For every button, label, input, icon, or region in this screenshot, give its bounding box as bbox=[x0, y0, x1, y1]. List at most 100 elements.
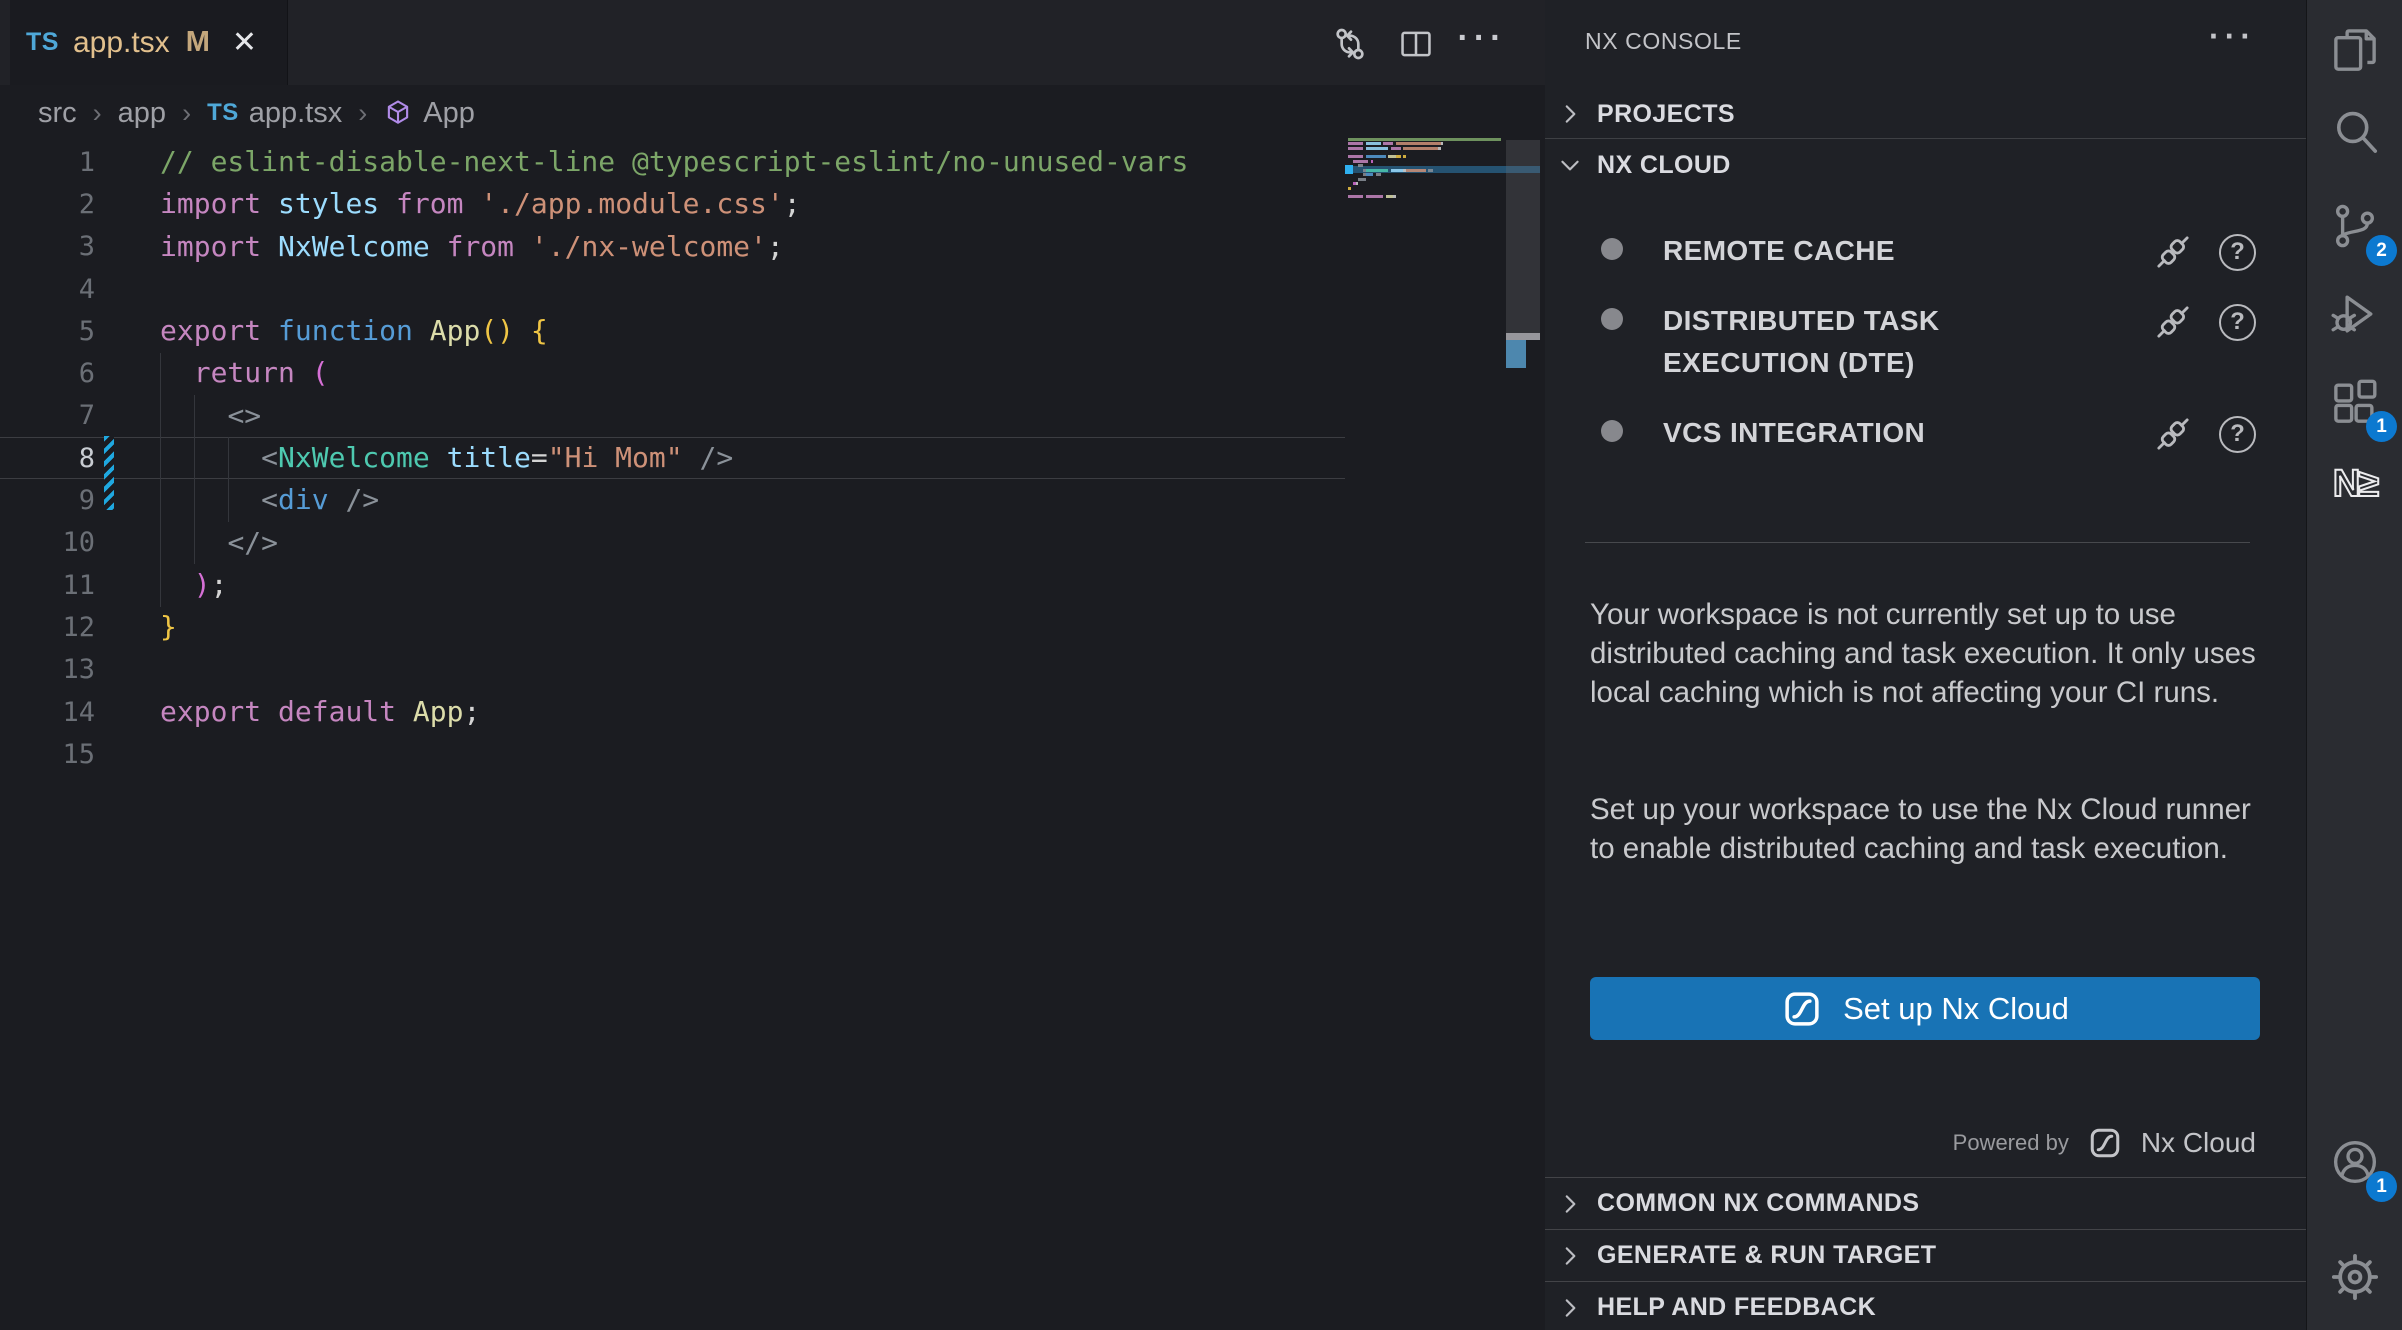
connect-plug-icon[interactable] bbox=[2153, 414, 2193, 454]
extensions-icon[interactable]: 1 bbox=[2323, 370, 2387, 434]
section-nx-cloud[interactable]: NX CLOUD bbox=[1545, 143, 2306, 187]
open-changes-icon[interactable] bbox=[1330, 24, 1370, 64]
code-lines: 1// eslint-disable-next-line @typescript… bbox=[0, 141, 1345, 775]
code-text: } bbox=[160, 606, 177, 648]
source-control-icon[interactable]: 2 bbox=[2323, 194, 2387, 258]
breadcrumb-item-app[interactable]: app bbox=[118, 97, 166, 130]
nx-console-icon[interactable]: N≥ bbox=[2323, 452, 2387, 516]
code-line-4[interactable]: 4 bbox=[0, 268, 1345, 310]
code-line-14[interactable]: 14 export default App; bbox=[0, 691, 1345, 733]
close-icon[interactable]: ✕ bbox=[232, 28, 257, 58]
minimap-modified-chip bbox=[1345, 165, 1353, 174]
nx-cloud-logo-icon bbox=[2087, 1125, 2123, 1161]
search-icon[interactable] bbox=[2323, 100, 2387, 164]
line-number: 13 bbox=[0, 654, 95, 685]
code-line-10[interactable]: 10 </> bbox=[0, 522, 1345, 564]
explorer-icon[interactable] bbox=[2323, 18, 2387, 82]
code-line-6[interactable]: 6 return ( bbox=[0, 352, 1345, 394]
section-help-and-feedback[interactable]: HELP AND FEEDBACK bbox=[1545, 1281, 2306, 1330]
section-label: HELP AND FEEDBACK bbox=[1597, 1293, 1876, 1322]
section-common-nx-commands[interactable]: COMMON NX COMMANDS bbox=[1545, 1177, 2306, 1229]
vscode-window: TS app.tsx M ✕ ··· bbox=[0, 0, 2402, 1330]
powered-by-label: Powered by bbox=[1953, 1130, 2069, 1156]
chevron-right-icon bbox=[1557, 1243, 1583, 1269]
more-actions-icon[interactable]: ··· bbox=[1462, 24, 1502, 64]
line-number: 5 bbox=[0, 316, 95, 347]
code-line-5[interactable]: 5 export function App() { bbox=[0, 310, 1345, 352]
breadcrumb-item-app-tsx[interactable]: TSapp.tsx bbox=[207, 97, 342, 130]
nx-cloud-item-vcs-integration[interactable]: VCS INTEGRATION? bbox=[1545, 412, 2306, 454]
item-label: DISTRIBUTED TASK EXECUTION (DTE) bbox=[1663, 300, 2103, 384]
badge: 1 bbox=[2366, 411, 2397, 442]
code-text: return ( bbox=[160, 352, 329, 394]
line-number: 6 bbox=[0, 358, 95, 389]
help-icon[interactable]: ? bbox=[2219, 304, 2256, 341]
overview-ruler-modified-marker bbox=[1506, 340, 1526, 368]
line-number: 14 bbox=[0, 697, 95, 728]
nx-cloud-item-distributed-task-execution-dte-[interactable]: DISTRIBUTED TASK EXECUTION (DTE)? bbox=[1545, 300, 2306, 384]
badge: 1 bbox=[2366, 1171, 2397, 1202]
line-number: 2 bbox=[0, 189, 95, 220]
nx-cloud-item-remote-cache[interactable]: REMOTE CACHE? bbox=[1545, 230, 2306, 272]
chevron-right-icon bbox=[1557, 1295, 1583, 1321]
line-number: 7 bbox=[0, 400, 95, 431]
status-dot bbox=[1601, 308, 1623, 330]
breadcrumb-item-app[interactable]: App bbox=[383, 97, 475, 130]
section-label: NX CLOUD bbox=[1597, 151, 1731, 180]
section-projects[interactable]: PROJECTS bbox=[1545, 92, 2306, 136]
indent-guide bbox=[228, 437, 229, 522]
code-line-11[interactable]: 11 ); bbox=[0, 564, 1345, 606]
code-line-1[interactable]: 1// eslint-disable-next-line @typescript… bbox=[0, 141, 1345, 183]
code-line-12[interactable]: 12} bbox=[0, 606, 1345, 648]
panel-title: NX CONSOLE bbox=[1585, 28, 1742, 55]
code-line-13[interactable]: 13 bbox=[0, 649, 1345, 691]
activity-bar: 2 1 N≥ 1 bbox=[2306, 0, 2402, 1330]
account-icon[interactable]: 1 bbox=[2323, 1130, 2387, 1194]
chevron-down-icon bbox=[1557, 152, 1583, 178]
code-text: export function App() { bbox=[160, 310, 548, 352]
section-generate-run-target[interactable]: GENERATE & RUN TARGET bbox=[1545, 1229, 2306, 1281]
tab-app-tsx[interactable]: TS app.tsx M ✕ bbox=[10, 0, 288, 85]
settings-icon[interactable] bbox=[2323, 1245, 2387, 1309]
setup-button-label: Set up Nx Cloud bbox=[1843, 991, 2069, 1027]
connect-plug-icon[interactable] bbox=[2153, 232, 2193, 272]
powered-by: Powered by Nx Cloud bbox=[1953, 1125, 2256, 1161]
help-icon[interactable]: ? bbox=[2219, 234, 2256, 271]
workspace-status-text: Your workspace is not currently set up t… bbox=[1590, 595, 2260, 712]
code-text: </> bbox=[160, 522, 278, 564]
code-text: // eslint-disable-next-line @typescript-… bbox=[160, 141, 1188, 183]
help-icon[interactable]: ? bbox=[2219, 416, 2256, 453]
code-text: import NxWelcome from './nx-welcome'; bbox=[160, 226, 784, 268]
panel-more-actions-icon[interactable]: ··· bbox=[2209, 18, 2256, 55]
code-line-2[interactable]: 2import styles from './app.module.css'; bbox=[0, 183, 1345, 225]
setup-nx-cloud-button[interactable]: Set up Nx Cloud bbox=[1590, 977, 2260, 1040]
breadcrumb-separator: › bbox=[91, 98, 104, 129]
code-text: ); bbox=[160, 564, 227, 606]
editor-area: TS app.tsx M ✕ ··· bbox=[0, 0, 1545, 1330]
code-line-15[interactable]: 15 bbox=[0, 733, 1345, 775]
code-text: export default App; bbox=[160, 691, 480, 733]
editor-scrollbar[interactable] bbox=[1506, 140, 1540, 336]
code-line-3[interactable]: 3import NxWelcome from './nx-welcome'; bbox=[0, 226, 1345, 268]
divider bbox=[1545, 138, 2306, 139]
typescript-file-icon: TS bbox=[26, 28, 59, 57]
tab-bar: TS app.tsx M ✕ ··· bbox=[0, 0, 1545, 85]
minimap[interactable] bbox=[1348, 137, 1505, 204]
connect-plug-icon[interactable] bbox=[2153, 302, 2193, 342]
nx-logo: N≥ bbox=[2333, 463, 2377, 506]
gutter-modified-indicator[interactable] bbox=[104, 436, 114, 510]
code-line-7[interactable]: 7 <> bbox=[0, 395, 1345, 437]
line-number: 15 bbox=[0, 739, 95, 770]
typescript-file-icon: TS bbox=[207, 99, 239, 127]
split-editor-icon[interactable] bbox=[1396, 24, 1436, 64]
code-text: <> bbox=[160, 395, 261, 437]
run-debug-icon[interactable] bbox=[2323, 282, 2387, 346]
code-line-9[interactable]: 9 <div /> bbox=[0, 479, 1345, 521]
breadcrumb-separator: › bbox=[180, 98, 193, 129]
editor-actions: ··· bbox=[1330, 24, 1502, 64]
breadcrumb-label: src bbox=[38, 97, 77, 130]
code-line-8[interactable]: 8 <NxWelcome title="Hi Mom" /> bbox=[0, 437, 1345, 479]
status-dot bbox=[1601, 420, 1623, 442]
breadcrumb-item-src[interactable]: src bbox=[38, 97, 77, 130]
line-number: 11 bbox=[0, 570, 95, 601]
